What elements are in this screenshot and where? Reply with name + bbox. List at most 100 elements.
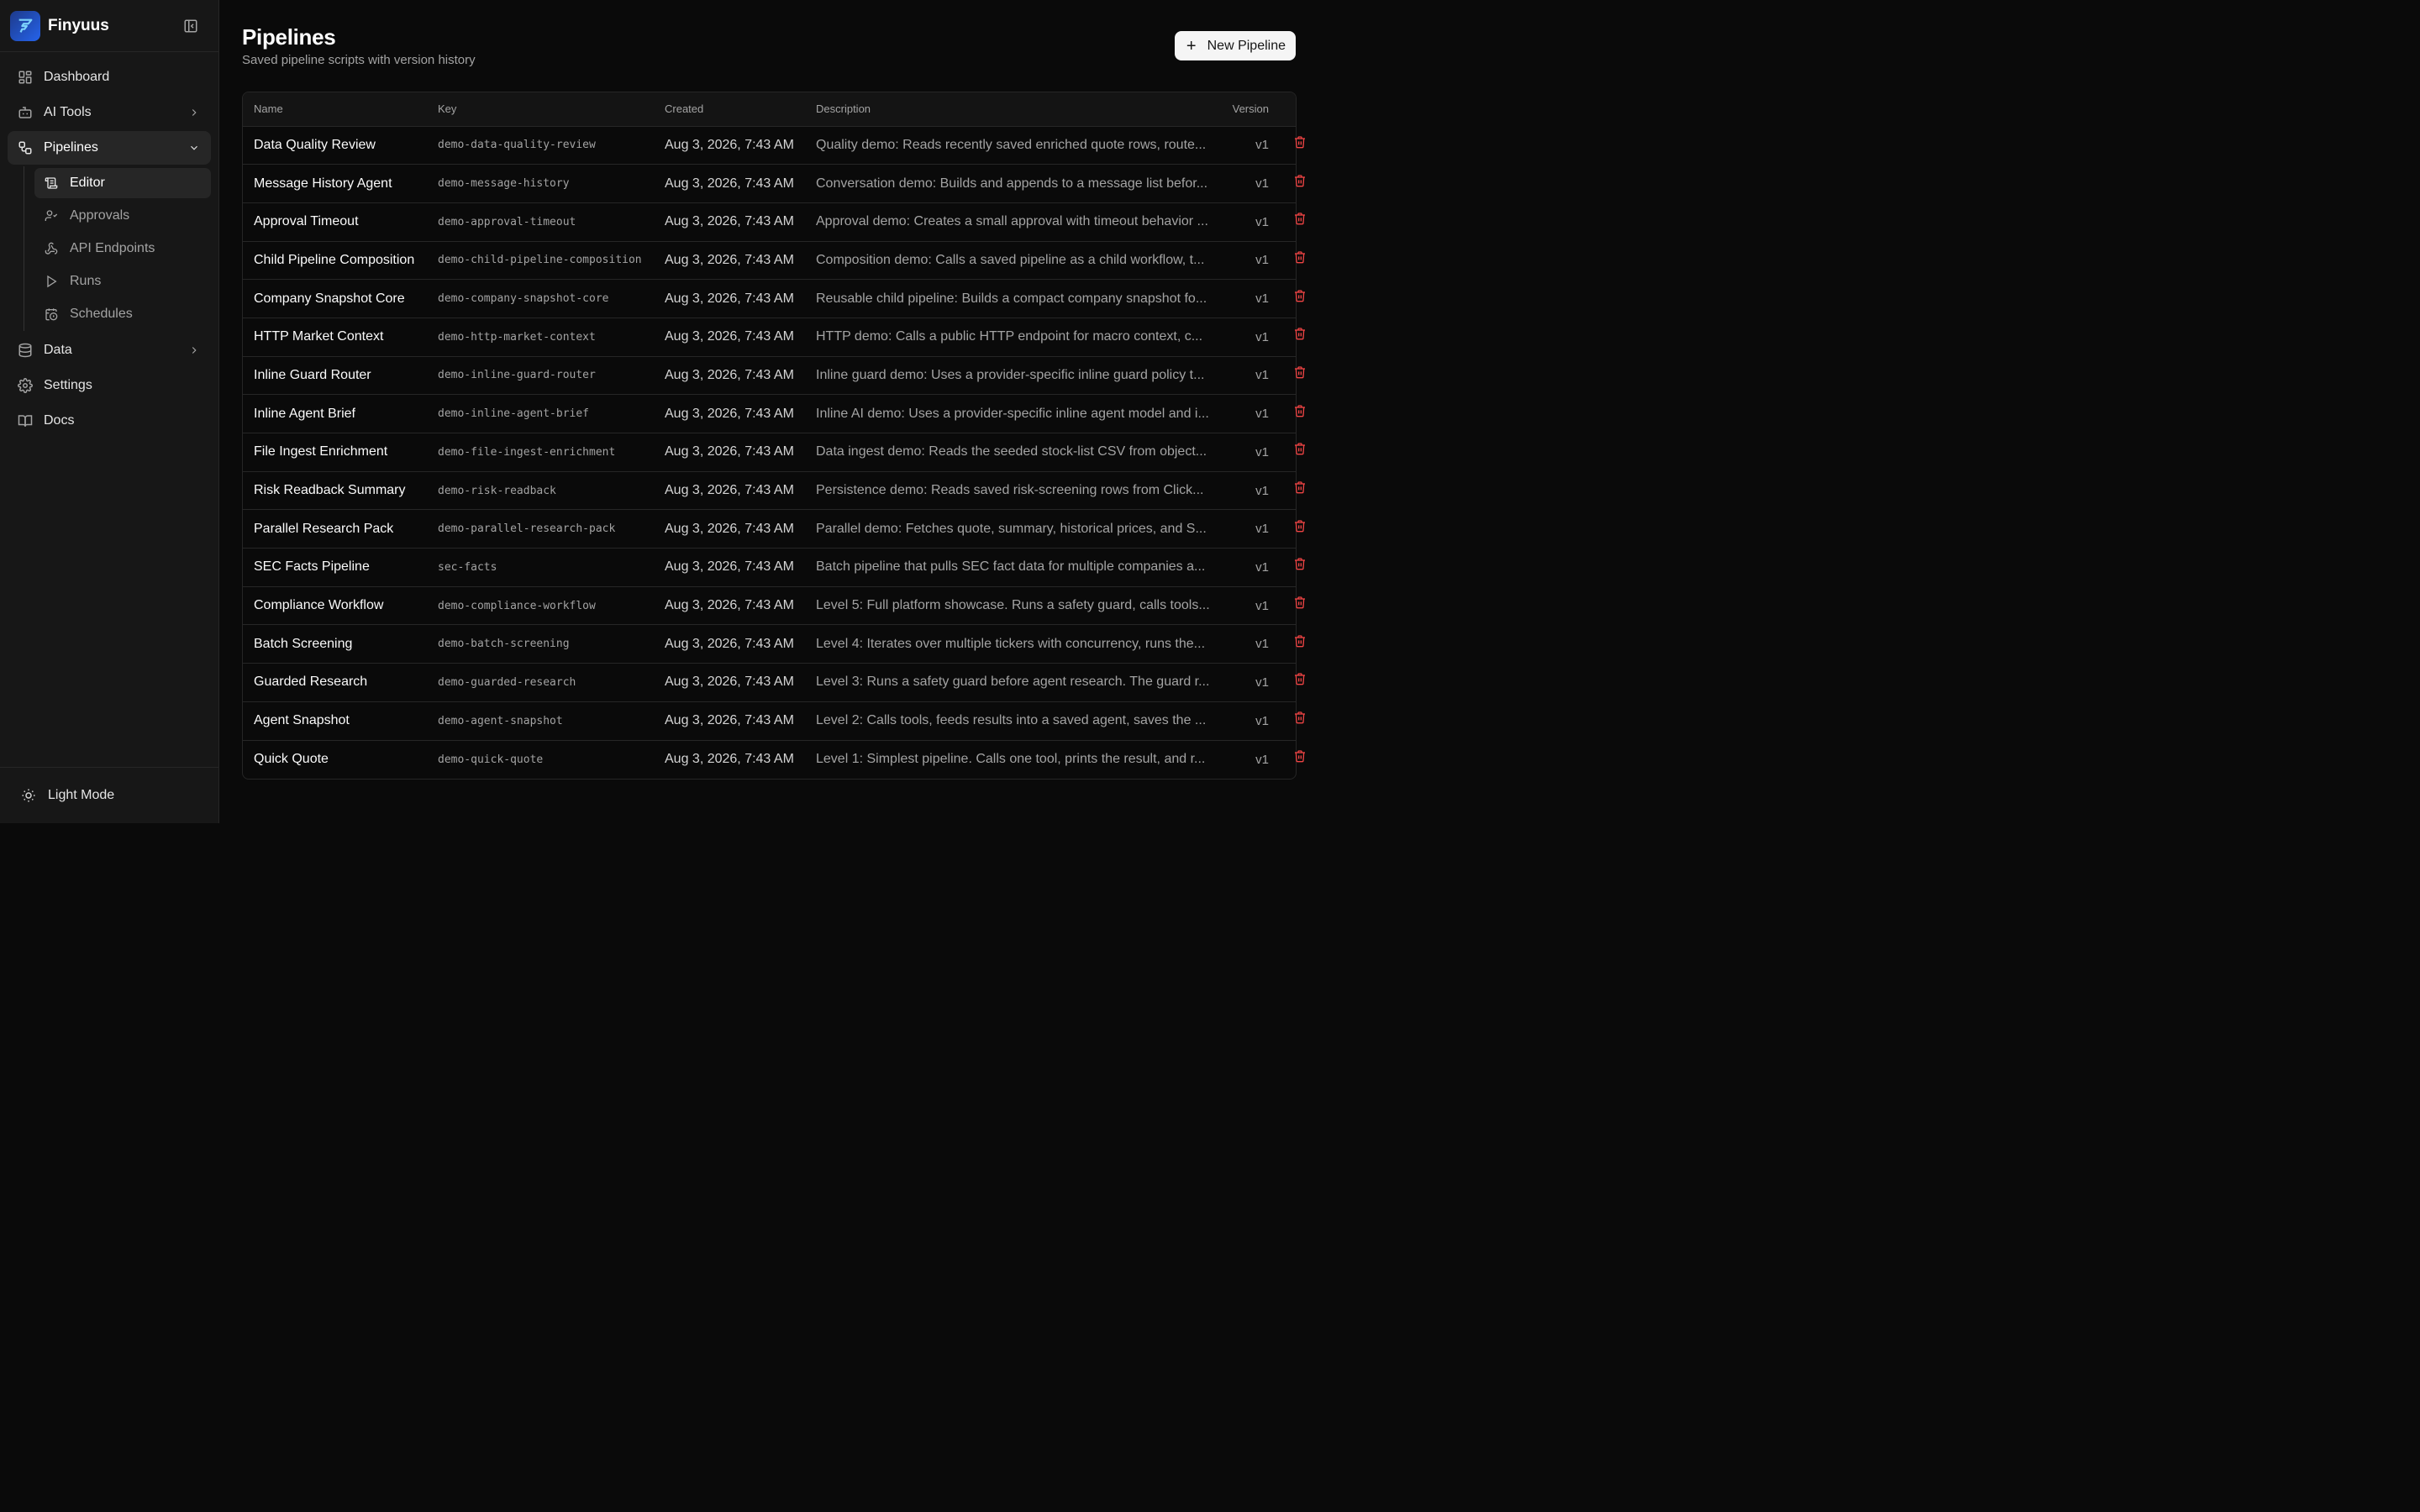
sidebar-item-docs[interactable]: Docs bbox=[8, 404, 211, 438]
pipeline-name: SEC Facts Pipeline bbox=[243, 548, 427, 587]
sidebar-item-ai-tools[interactable]: AI Tools bbox=[8, 96, 211, 129]
table-row[interactable]: Guarded Research demo-guarded-research Aug… bbox=[243, 663, 1296, 702]
pipeline-key: demo-inline-agent-brief bbox=[427, 394, 654, 433]
workflow-icon bbox=[18, 140, 33, 155]
delete-pipeline-button[interactable] bbox=[1288, 279, 1312, 318]
pipeline-version: v1 bbox=[1214, 126, 1296, 165]
delete-pipeline-button[interactable] bbox=[1288, 701, 1312, 739]
sidebar-subitem-editor[interactable]: Editor bbox=[34, 168, 211, 198]
sidebar-collapse-icon[interactable] bbox=[182, 17, 200, 35]
pipeline-key: demo-http-market-context bbox=[427, 318, 654, 357]
table-row[interactable]: Quick Quote demo-quick-quote Aug 3, 2026, … bbox=[243, 740, 1296, 779]
table-row[interactable]: Child Pipeline Composition demo-child-pip… bbox=[243, 241, 1296, 281]
pipeline-key: demo-child-pipeline-composition bbox=[427, 241, 654, 281]
table-row[interactable]: Approval Timeout demo-approval-timeout Aug… bbox=[243, 202, 1296, 242]
brand: Finyuus bbox=[0, 0, 218, 52]
table-row[interactable]: Parallel Research Pack demo-parallel-rese… bbox=[243, 509, 1296, 549]
pipeline-name: Inline Agent Brief bbox=[243, 394, 427, 433]
sidebar-subitem-runs[interactable]: Runs bbox=[34, 266, 211, 297]
trash-icon bbox=[1295, 673, 1305, 685]
pipeline-created: Aug 3, 2026, 7:43 AM bbox=[654, 202, 805, 242]
pipeline-description: Conversation demo: Builds and appends to… bbox=[805, 164, 1214, 203]
table-row[interactable]: SEC Facts Pipeline sec-facts Aug 3, 2026, … bbox=[243, 548, 1296, 587]
table-row[interactable]: Company Snapshot Core demo-company-snapsh… bbox=[243, 279, 1296, 318]
sidebar-subitem-label: Schedules bbox=[70, 307, 133, 321]
finyuus-logo-icon[interactable] bbox=[10, 10, 40, 41]
theme-toggle[interactable]: Light Mode bbox=[0, 767, 218, 823]
delete-pipeline-button[interactable] bbox=[1288, 355, 1312, 394]
pipeline-name: Batch Screening bbox=[243, 624, 427, 664]
table-row[interactable]: Inline Agent Brief demo-inline-agent-brie… bbox=[243, 394, 1296, 433]
pipeline-version: v1 bbox=[1214, 701, 1296, 741]
table-row[interactable]: Message History Agent demo-message-histor… bbox=[243, 164, 1296, 203]
pipeline-name: Compliance Workflow bbox=[243, 586, 427, 626]
delete-pipeline-button[interactable] bbox=[1288, 585, 1312, 624]
dashboard-icon bbox=[18, 70, 33, 85]
delete-pipeline-button[interactable] bbox=[1288, 433, 1312, 471]
pipeline-created: Aug 3, 2026, 7:43 AM bbox=[654, 241, 805, 281]
pipeline-description: Reusable child pipeline: Builds a compac… bbox=[805, 279, 1214, 318]
column-header-key[interactable]: Key bbox=[427, 92, 654, 127]
delete-pipeline-button[interactable] bbox=[1288, 394, 1312, 433]
pipeline-name: Approval Timeout bbox=[243, 202, 427, 242]
column-header-name[interactable]: Name bbox=[243, 92, 427, 127]
sidebar-subitem-api-endpoints[interactable]: API Endpoints bbox=[34, 234, 211, 264]
pipeline-description: Inline AI demo: Uses a provider-specific… bbox=[805, 394, 1214, 433]
pipeline-name: Company Snapshot Core bbox=[243, 279, 427, 318]
pipeline-key: demo-guarded-research bbox=[427, 663, 654, 702]
sidebar-subitem-label: API Endpoints bbox=[70, 241, 155, 255]
pipeline-name: Message History Agent bbox=[243, 164, 427, 203]
sidebar-nav: Dashboard AI Tools Pipelines Editor Appr… bbox=[0, 52, 218, 446]
delete-pipeline-button[interactable] bbox=[1288, 509, 1312, 548]
app-name: Finyuus bbox=[48, 16, 109, 34]
table-row[interactable]: Compliance Workflow demo-compliance-workf… bbox=[243, 586, 1296, 626]
sidebar-item-label: Data bbox=[44, 343, 72, 357]
column-header-created[interactable]: Created bbox=[654, 92, 805, 127]
pipelines-table: Name Key Created Description Version Dat… bbox=[242, 92, 1297, 780]
table-row[interactable]: File Ingest Enrichment demo-file-ingest-e… bbox=[243, 433, 1296, 472]
pipeline-name: Guarded Research bbox=[243, 663, 427, 702]
pipeline-name: Child Pipeline Composition bbox=[243, 241, 427, 281]
trash-icon bbox=[1295, 635, 1305, 648]
delete-pipeline-button[interactable] bbox=[1288, 164, 1312, 202]
delete-pipeline-button[interactable] bbox=[1288, 548, 1312, 586]
sidebar-item-pipelines[interactable]: Pipelines bbox=[8, 131, 211, 165]
sidebar-item-dashboard[interactable]: Dashboard bbox=[8, 60, 211, 94]
sidebar-item-settings[interactable]: Settings bbox=[8, 369, 211, 402]
table-row[interactable]: Batch Screening demo-batch-screening Aug 3… bbox=[243, 624, 1296, 664]
column-header-description[interactable]: Description bbox=[805, 92, 1214, 127]
trash-icon bbox=[1295, 136, 1305, 149]
trash-icon bbox=[1295, 711, 1305, 724]
pipeline-version: v1 bbox=[1214, 394, 1296, 433]
webhook-icon bbox=[45, 242, 58, 255]
pipeline-key: demo-message-history bbox=[427, 164, 654, 203]
delete-pipeline-button[interactable] bbox=[1288, 663, 1312, 701]
pipeline-version: v1 bbox=[1255, 752, 1269, 767]
delete-pipeline-button[interactable] bbox=[1288, 240, 1312, 279]
trash-icon bbox=[1295, 558, 1305, 570]
table-header-row: Name Key Created Description Version bbox=[243, 92, 1296, 127]
delete-pipeline-button[interactable] bbox=[1288, 317, 1312, 355]
pipeline-name: HTTP Market Context bbox=[243, 318, 427, 357]
delete-pipeline-button[interactable] bbox=[1288, 202, 1312, 240]
sidebar-subitem-approvals[interactable]: Approvals bbox=[34, 201, 211, 231]
table-row[interactable]: Risk Readback Summary demo-risk-readback A… bbox=[243, 471, 1296, 511]
sidebar: Finyuus Dashboard AI Tools Pipelines Edi… bbox=[0, 0, 219, 823]
trash-icon bbox=[1295, 750, 1305, 763]
table-row[interactable]: Data Quality Review demo-data-quality-rev… bbox=[243, 126, 1296, 165]
new-pipeline-button[interactable]: + New Pipeline bbox=[1174, 31, 1296, 60]
sidebar-item-data[interactable]: Data bbox=[8, 333, 211, 367]
delete-pipeline-button[interactable] bbox=[1288, 125, 1312, 164]
table-row[interactable]: HTTP Market Context demo-http-market-cont… bbox=[243, 318, 1296, 357]
pipeline-description: Level 1: Simplest pipeline. Calls one to… bbox=[816, 752, 1206, 767]
chevron-down-icon bbox=[187, 141, 201, 155]
pipeline-name: Inline Guard Router bbox=[243, 356, 427, 396]
table-row[interactable]: Inline Guard Router demo-inline-guard-rou… bbox=[243, 356, 1296, 396]
column-header-version[interactable]: Version bbox=[1214, 92, 1296, 127]
delete-pipeline-button[interactable] bbox=[1288, 624, 1312, 663]
delete-pipeline-button[interactable] bbox=[1288, 470, 1312, 509]
table-row[interactable]: Agent Snapshot demo-agent-snapshot Aug 3, … bbox=[243, 701, 1296, 741]
delete-pipeline-button[interactable] bbox=[1288, 739, 1312, 778]
sidebar-subitem-schedules[interactable]: Schedules bbox=[34, 299, 211, 329]
plus-icon: + bbox=[1186, 36, 1197, 55]
